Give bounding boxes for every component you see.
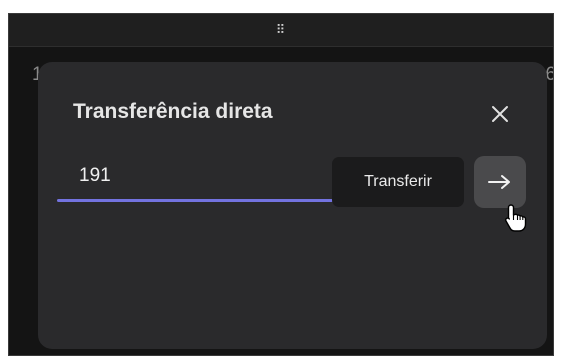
drag-handle-icon[interactable]: ⠿ (276, 24, 287, 37)
hand-pointer-cursor-icon (505, 204, 527, 232)
arrow-right-icon (488, 175, 510, 189)
transfer-number-field[interactable] (57, 154, 333, 202)
close-icon[interactable] (490, 104, 510, 124)
app-window: ⠿ 1 6 Transferência direta Transferir (8, 13, 554, 356)
close-button[interactable] (486, 100, 514, 128)
transfer-dialog: Transferência direta Transferir (38, 62, 547, 349)
top-drag-bar[interactable]: ⠿ (9, 14, 553, 47)
transfer-number-input[interactable] (57, 154, 333, 198)
transfer-submit-button[interactable] (474, 156, 526, 208)
input-focus-underline (57, 199, 333, 202)
dialog-title: Transferência direta (73, 100, 273, 123)
transfer-tooltip: Transferir (332, 157, 464, 207)
